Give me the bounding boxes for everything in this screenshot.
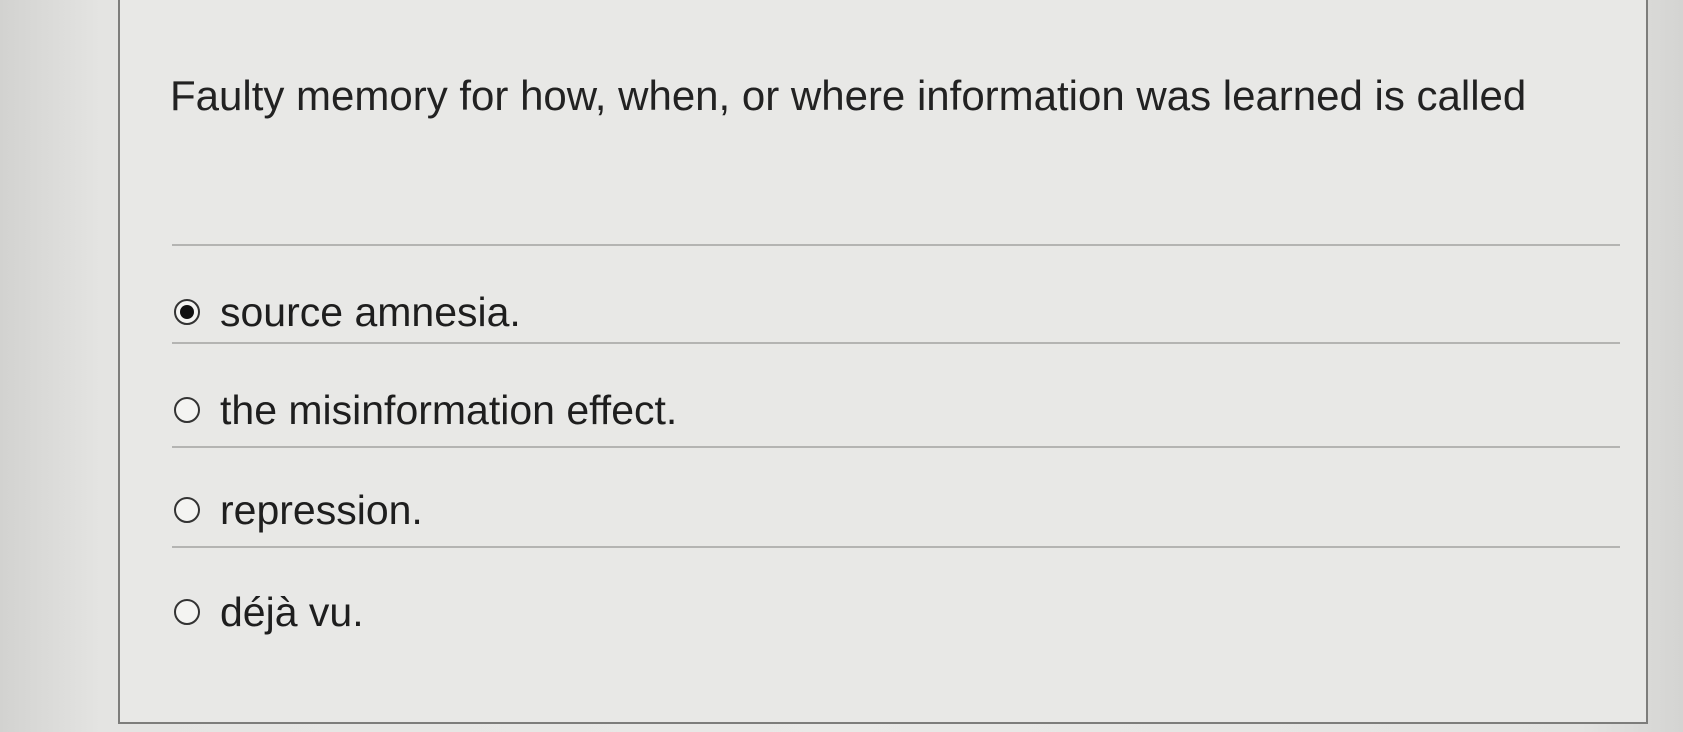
radio-button-selected[interactable]: [174, 299, 200, 325]
question-card: Faulty memory for how, when, or where in…: [118, 0, 1648, 724]
option-deja-vu[interactable]: déjà vu.: [174, 582, 1574, 642]
option-source-amnesia[interactable]: source amnesia.: [174, 282, 1574, 342]
divider: [172, 244, 1620, 246]
radio-button[interactable]: [174, 599, 200, 625]
option-repression[interactable]: repression.: [174, 480, 1574, 540]
screen: Faulty memory for how, when, or where in…: [0, 0, 1683, 732]
radio-button[interactable]: [174, 497, 200, 523]
option-label: déjà vu.: [220, 588, 364, 635]
option-label: repression.: [220, 486, 423, 533]
divider: [172, 446, 1620, 448]
divider: [172, 342, 1620, 344]
divider: [172, 546, 1620, 548]
radio-dot-icon: [180, 305, 194, 319]
question-text: Faulty memory for how, when, or where in…: [170, 72, 1527, 119]
option-misinformation-effect[interactable]: the misinformation effect.: [174, 380, 1574, 440]
option-label: source amnesia.: [220, 288, 521, 335]
radio-button[interactable]: [174, 397, 200, 423]
option-label: the misinformation effect.: [220, 386, 678, 433]
